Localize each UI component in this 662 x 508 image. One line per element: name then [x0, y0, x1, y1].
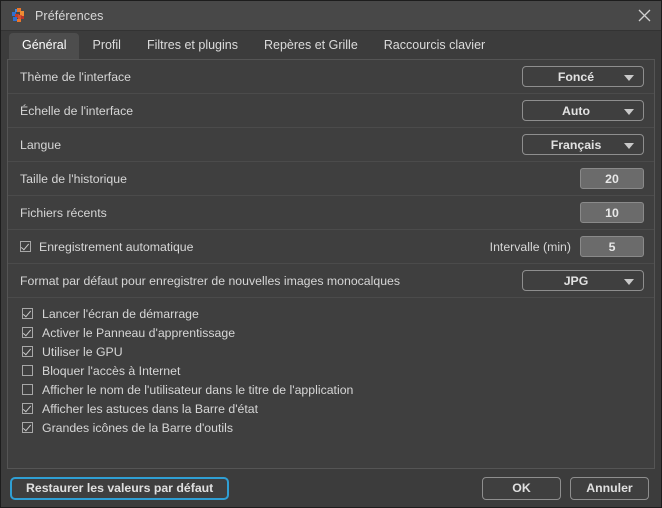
window-title: Préférences: [35, 8, 104, 23]
checkbox-label: Afficher le nom de l'utilisateur dans le…: [42, 382, 354, 397]
application-logo-icon: [10, 7, 27, 24]
tab-bar: Général Profil Filtres et plugins Repère…: [1, 31, 661, 59]
checkbox-icon: [22, 403, 33, 415]
dropdown-theme-value: Foncé: [557, 69, 595, 84]
input-intervalle[interactable]: 5: [580, 236, 644, 257]
checkbox-enregistrement-automatique[interactable]: Enregistrement automatique: [20, 240, 490, 254]
checkbox-label: Bloquer l'accès à Internet: [42, 363, 181, 378]
title-bar: Préférences: [1, 1, 661, 31]
value-fichiers-recents: 10: [605, 205, 619, 220]
checkbox-icon: [22, 384, 33, 396]
row-format-defaut: Format par défaut pour enregistrer de no…: [8, 264, 654, 298]
checkbox-utiliser-gpu[interactable]: Utiliser le GPU: [22, 343, 654, 361]
tab-filtres-et-plugins[interactable]: Filtres et plugins: [134, 33, 251, 59]
checkbox-grandes-icones-barre-outils[interactable]: Grandes icônes de la Barre d'outils: [22, 419, 654, 437]
label-format-defaut: Format par défaut pour enregistrer de no…: [20, 273, 401, 288]
options-checklist: Lancer l'écran de démarrage Activer le P…: [8, 298, 654, 468]
row-taille-historique: Taille de l'historique 20: [8, 162, 654, 196]
checkbox-label: Grandes icônes de la Barre d'outils: [42, 420, 234, 435]
tab-profil[interactable]: Profil: [79, 33, 133, 59]
checkbox-icon: [22, 365, 33, 377]
tab-general[interactable]: Général: [9, 33, 80, 59]
chevron-down-icon: [624, 74, 634, 81]
dropdown-format-value: JPG: [563, 273, 589, 288]
label-echelle-interface: Échelle de l'interface: [20, 103, 134, 118]
checkbox-label: Afficher les astuces dans la Barre d'éta…: [42, 401, 259, 416]
checkbox-afficher-astuces[interactable]: Afficher les astuces dans la Barre d'éta…: [22, 400, 654, 418]
settings-panel: Thème de l'interface Foncé Échelle de l'…: [7, 59, 655, 469]
value-taille-historique: 20: [605, 171, 619, 186]
ok-button[interactable]: OK: [482, 476, 561, 500]
dropdown-echelle-interface[interactable]: Auto: [522, 100, 644, 121]
chevron-down-icon: [624, 142, 634, 149]
checkbox-lancer-ecran-demarrage[interactable]: Lancer l'écran de démarrage: [22, 305, 654, 323]
close-icon[interactable]: [627, 1, 661, 29]
checkbox-icon: [22, 346, 33, 358]
tab-raccourcis-clavier[interactable]: Raccourcis clavier: [371, 33, 498, 59]
checkbox-icon: [22, 308, 33, 320]
cancel-button[interactable]: Annuler: [570, 476, 649, 500]
label-enregistrement-automatique: Enregistrement automatique: [39, 239, 194, 254]
checkbox-label: Utiliser le GPU: [42, 344, 123, 359]
row-enregistrement-automatique: Enregistrement automatique Intervalle (m…: [8, 230, 654, 264]
checkbox-icon: [20, 241, 31, 252]
row-fichiers-recents: Fichiers récents 10: [8, 196, 654, 230]
checkbox-bloquer-acces-internet[interactable]: Bloquer l'accès à Internet: [22, 362, 654, 380]
row-theme-interface: Thème de l'interface Foncé: [8, 60, 654, 94]
input-taille-historique[interactable]: 20: [580, 168, 644, 189]
label-langue: Langue: [20, 137, 62, 152]
row-langue: Langue Français: [8, 128, 654, 162]
dropdown-langue-value: Français: [550, 137, 602, 152]
checkbox-icon: [22, 327, 33, 339]
dropdown-langue[interactable]: Français: [522, 134, 644, 155]
label-intervalle: Intervalle (min): [489, 239, 571, 254]
dialog-button-bar: Restaurer les valeurs par défaut OK Annu…: [1, 469, 661, 507]
checkbox-label: Activer le Panneau d'apprentissage: [42, 325, 236, 340]
chevron-down-icon: [624, 278, 634, 285]
checkbox-activer-panneau-apprentissage[interactable]: Activer le Panneau d'apprentissage: [22, 324, 654, 342]
row-echelle-interface: Échelle de l'interface Auto: [8, 94, 654, 128]
dropdown-format-defaut[interactable]: JPG: [522, 270, 644, 291]
label-taille-historique: Taille de l'historique: [20, 171, 127, 186]
preferences-dialog: Préférences Général Profil Filtres et pl…: [0, 0, 662, 508]
chevron-down-icon: [624, 108, 634, 115]
dropdown-echelle-value: Auto: [562, 103, 590, 118]
checkbox-label: Lancer l'écran de démarrage: [42, 306, 199, 321]
checkbox-afficher-nom-utilisateur[interactable]: Afficher le nom de l'utilisateur dans le…: [22, 381, 654, 399]
input-fichiers-recents[interactable]: 10: [580, 202, 644, 223]
restore-defaults-button[interactable]: Restaurer les valeurs par défaut: [10, 476, 230, 500]
value-intervalle: 5: [608, 239, 616, 254]
label-theme-interface: Thème de l'interface: [20, 69, 132, 84]
dropdown-theme-interface[interactable]: Foncé: [522, 66, 644, 87]
tab-reperes-et-grille[interactable]: Repères et Grille: [251, 33, 371, 59]
label-fichiers-recents: Fichiers récents: [20, 205, 107, 220]
checkbox-icon: [22, 422, 33, 434]
